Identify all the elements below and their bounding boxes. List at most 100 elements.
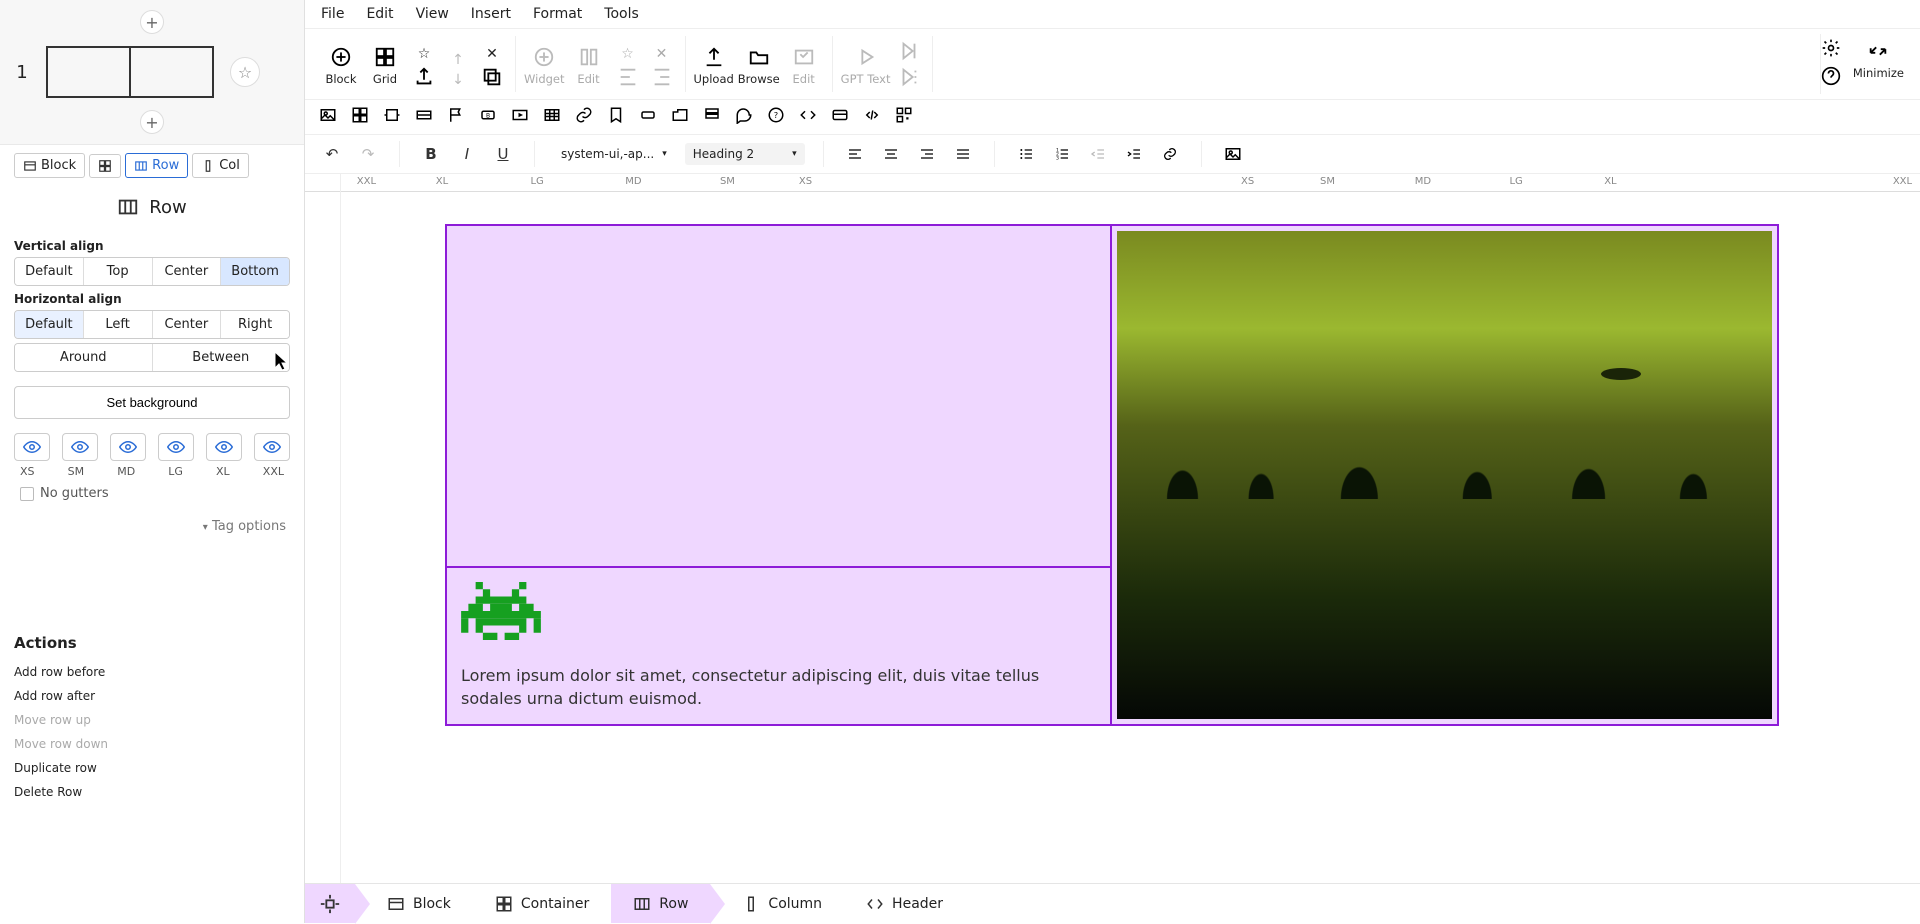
insert-button-icon[interactable]: B [479,106,497,128]
tb-copy-icon[interactable] [477,66,507,88]
align-center-button[interactable] [878,141,904,167]
insert-code-icon[interactable] [863,106,881,128]
tb-widget-close: ✕ [647,46,677,62]
heading-select[interactable]: Heading 2 ▾ [685,143,805,165]
insert-help-icon[interactable]: ? [767,106,785,128]
tb-star[interactable]: ☆ [409,46,439,62]
halign-center[interactable]: Center [153,311,222,338]
bullet-list-button[interactable] [1013,141,1039,167]
tb-down-icon[interactable]: ↓ [443,72,473,88]
tb-block[interactable]: Block [321,40,361,92]
italic-button[interactable]: I [454,141,480,167]
menu-insert[interactable]: Insert [471,6,511,22]
column-right[interactable] [1112,226,1777,724]
add-block-before-button[interactable]: + [140,10,164,34]
lorem-text[interactable]: Lorem ipsum dolor sit amet, consectetur … [461,664,1096,710]
link-button[interactable] [1157,141,1183,167]
tb-help-icon[interactable] [1821,66,1841,90]
indent-button[interactable] [1121,141,1147,167]
tab-row[interactable]: Row [125,153,188,178]
bold-button[interactable]: B [418,141,444,167]
insert-embed-icon[interactable] [799,106,817,128]
halign-default[interactable]: Default [15,311,84,338]
tb-gpt-text: GPT Text [841,40,891,92]
bp-xl[interactable] [206,433,242,461]
bp-xxl[interactable] [254,433,290,461]
no-gutters-checkbox[interactable]: No gutters [14,486,290,501]
insert-tabs-icon[interactable] [671,106,689,128]
set-background-button[interactable]: Set background [14,386,290,419]
halign-between[interactable]: Between [153,344,290,371]
insert-slider-icon[interactable] [383,106,401,128]
action-add-before[interactable]: Add row before [14,660,290,684]
insert-comment-icon[interactable] [735,106,753,128]
tab-col[interactable]: Col [192,153,249,178]
action-delete[interactable]: Delete Row [14,780,290,804]
image-button[interactable] [1220,141,1246,167]
action-add-after[interactable]: Add row after [14,684,290,708]
insert-accordion-icon[interactable] [703,106,721,128]
halign-right[interactable]: Right [221,311,289,338]
bp-md[interactable] [110,433,146,461]
insert-flag-icon[interactable] [447,106,465,128]
tb-minimize[interactable]: Minimize [1853,34,1904,86]
crumb-header[interactable]: Header [844,884,965,923]
font-select[interactable]: system-ui,-ap... ▾ [553,143,675,165]
halign-left[interactable]: Left [84,311,153,338]
insert-banner-icon[interactable] [415,106,433,128]
favorite-button[interactable]: ☆ [230,57,260,87]
tb-upload[interactable]: Upload [694,40,734,92]
bp-lg[interactable] [158,433,194,461]
number-list-button[interactable]: 123 [1049,141,1075,167]
crumb-container[interactable]: Container [473,884,611,923]
column-left[interactable]: Lorem ipsum dolor sit amet, consectetur … [447,226,1112,724]
tb-browse[interactable]: Browse [738,40,780,92]
crumb-root[interactable] [305,884,355,923]
tab-grid[interactable] [89,154,121,178]
block-thumbnail[interactable] [46,46,214,98]
align-justify-button[interactable] [950,141,976,167]
selected-row[interactable]: Lorem ipsum dolor sit amet, consectetur … [445,224,1779,726]
tb-close[interactable]: ✕ [477,46,507,62]
underline-button[interactable]: U [490,141,516,167]
photo-placeholder[interactable] [1117,231,1772,719]
crumb-block[interactable]: Block [355,884,473,923]
valign-bottom[interactable]: Bottom [221,258,289,285]
menu-edit[interactable]: Edit [366,6,393,22]
action-duplicate[interactable]: Duplicate row [14,756,290,780]
insert-gallery-icon[interactable] [351,106,369,128]
insert-bookmark-icon[interactable] [607,106,625,128]
menu-view[interactable]: View [416,6,449,22]
tb-grid[interactable]: Grid [365,40,405,92]
menu-format[interactable]: Format [533,6,582,22]
insert-video-icon[interactable] [511,106,529,128]
insert-image-icon[interactable] [319,106,337,128]
crumb-row[interactable]: Row [611,884,710,923]
bp-sm[interactable] [62,433,98,461]
tb-settings-icon[interactable] [1821,38,1841,62]
main-toolbar: Block Grid ☆ ↑ ↓ ✕ Widget [305,29,1920,100]
format-bar: ↶ ↷ B I U system-ui,-ap... ▾ Heading 2 ▾… [305,135,1920,174]
canvas[interactable]: Lorem ipsum dolor sit amet, consectetur … [305,192,1920,923]
valign-top[interactable]: Top [84,258,153,285]
tab-block[interactable]: Block [14,153,85,178]
bp-xs[interactable] [14,433,50,461]
crumb-column[interactable]: Column [710,884,844,923]
align-left-button[interactable] [842,141,868,167]
insert-label-icon[interactable] [639,106,657,128]
insert-card-icon[interactable] [831,106,849,128]
insert-qr-icon[interactable] [895,106,913,128]
valign-center[interactable]: Center [153,258,222,285]
align-right-button[interactable] [914,141,940,167]
tb-up-icon[interactable]: ↑ [443,52,473,68]
halign-around[interactable]: Around [15,344,153,371]
insert-link-icon[interactable] [575,106,593,128]
menu-tools[interactable]: Tools [604,6,639,22]
insert-table-icon[interactable] [543,106,561,128]
tag-options-toggle[interactable]: ▾ Tag options [14,519,290,534]
undo-button[interactable]: ↶ [319,141,345,167]
add-block-after-button[interactable]: + [140,110,164,134]
tb-export-icon[interactable] [409,66,439,88]
menu-file[interactable]: File [321,6,344,22]
valign-default[interactable]: Default [15,258,84,285]
